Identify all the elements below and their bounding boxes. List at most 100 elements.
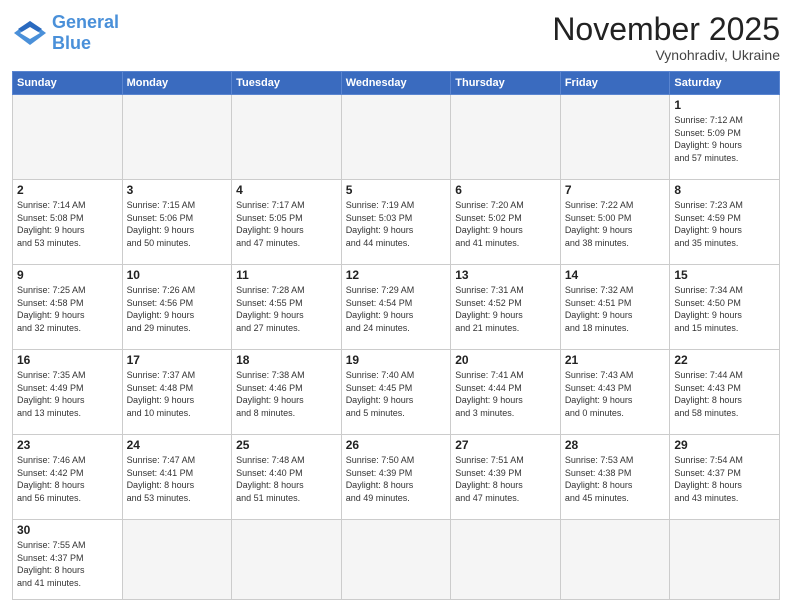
calendar-cell: 16Sunrise: 7:35 AM Sunset: 4:49 PM Dayli… [13,350,123,435]
calendar-cell [560,95,670,180]
day-info: Sunrise: 7:20 AM Sunset: 5:02 PM Dayligh… [455,199,556,249]
day-info: Sunrise: 7:17 AM Sunset: 5:05 PM Dayligh… [236,199,337,249]
day-number: 15 [674,268,775,282]
day-number: 16 [17,353,118,367]
day-number: 23 [17,438,118,452]
day-number: 8 [674,183,775,197]
day-number: 1 [674,98,775,112]
day-number: 9 [17,268,118,282]
day-number: 2 [17,183,118,197]
logo: GeneralBlue [12,12,119,54]
day-info: Sunrise: 7:40 AM Sunset: 4:45 PM Dayligh… [346,369,447,419]
day-number: 28 [565,438,666,452]
weekday-header-friday: Friday [560,72,670,95]
calendar-cell: 3 Sunrise: 7:15 AM Sunset: 5:06 PM Daylig… [122,180,232,265]
calendar-cell: 27 Sunrise: 7:51 AM Sunset: 4:39 PM Dayli… [451,435,561,520]
day-number: 20 [455,353,556,367]
calendar-cell: 25 Sunrise: 7:48 AM Sunset: 4:40 PM Dayli… [232,435,342,520]
calendar-cell: 22 Sunrise: 7:44 AM Sunset: 4:43 PM Dayli… [670,350,780,435]
calendar-cell: 10 Sunrise: 7:26 AM Sunset: 4:56 PM Dayli… [122,265,232,350]
day-info: Sunrise: 7:53 AM Sunset: 4:38 PM Dayligh… [565,454,666,504]
day-info: Sunrise: 7:41 AM Sunset: 4:44 PM Dayligh… [455,369,556,419]
day-info: Sunrise: 7:23 AM Sunset: 4:59 PM Dayligh… [674,199,775,249]
calendar-cell: 17Sunrise: 7:37 AM Sunset: 4:48 PM Dayli… [122,350,232,435]
calendar-week-1: 2 Sunrise: 7:14 AM Sunset: 5:08 PM Daylig… [13,180,780,265]
day-number: 21 [565,353,666,367]
day-number: 4 [236,183,337,197]
title-area: November 2025 Vynohradiv, Ukraine [552,12,780,63]
calendar-cell: 12Sunrise: 7:29 AM Sunset: 4:54 PM Dayli… [341,265,451,350]
weekday-header-wednesday: Wednesday [341,72,451,95]
calendar-cell: 2 Sunrise: 7:14 AM Sunset: 5:08 PM Daylig… [13,180,123,265]
calendar-week-4: 23Sunrise: 7:46 AM Sunset: 4:42 PM Dayli… [13,435,780,520]
day-number: 25 [236,438,337,452]
day-number: 6 [455,183,556,197]
location-subtitle: Vynohradiv, Ukraine [552,47,780,63]
weekday-header-tuesday: Tuesday [232,72,342,95]
day-number: 13 [455,268,556,282]
calendar-cell: 24 Sunrise: 7:47 AM Sunset: 4:41 PM Dayli… [122,435,232,520]
calendar-cell [341,520,451,600]
day-info: Sunrise: 7:22 AM Sunset: 5:00 PM Dayligh… [565,199,666,249]
day-info: Sunrise: 7:15 AM Sunset: 5:06 PM Dayligh… [127,199,228,249]
day-number: 18 [236,353,337,367]
logo-text: GeneralBlue [52,12,119,54]
day-info: Sunrise: 7:44 AM Sunset: 4:43 PM Dayligh… [674,369,775,419]
calendar-table: SundayMondayTuesdayWednesdayThursdayFrid… [12,71,780,600]
day-number: 5 [346,183,447,197]
day-info: Sunrise: 7:38 AM Sunset: 4:46 PM Dayligh… [236,369,337,419]
calendar-cell [451,520,561,600]
weekday-header-row: SundayMondayTuesdayWednesdayThursdayFrid… [13,72,780,95]
calendar-cell: 14Sunrise: 7:32 AM Sunset: 4:51 PM Dayli… [560,265,670,350]
weekday-header-thursday: Thursday [451,72,561,95]
weekday-header-sunday: Sunday [13,72,123,95]
calendar-week-3: 16Sunrise: 7:35 AM Sunset: 4:49 PM Dayli… [13,350,780,435]
calendar-cell: 21Sunrise: 7:43 AM Sunset: 4:43 PM Dayli… [560,350,670,435]
day-number: 30 [17,523,118,537]
day-info: Sunrise: 7:50 AM Sunset: 4:39 PM Dayligh… [346,454,447,504]
calendar-cell: 19Sunrise: 7:40 AM Sunset: 4:45 PM Dayli… [341,350,451,435]
day-number: 11 [236,268,337,282]
calendar-cell: 11 Sunrise: 7:28 AM Sunset: 4:55 PM Dayli… [232,265,342,350]
calendar-cell [122,520,232,600]
calendar-cell: 4 Sunrise: 7:17 AM Sunset: 5:05 PM Daylig… [232,180,342,265]
calendar-cell: 9 Sunrise: 7:25 AM Sunset: 4:58 PM Daylig… [13,265,123,350]
day-info: Sunrise: 7:12 AM Sunset: 5:09 PM Dayligh… [674,114,775,164]
day-info: Sunrise: 7:29 AM Sunset: 4:54 PM Dayligh… [346,284,447,334]
day-info: Sunrise: 7:47 AM Sunset: 4:41 PM Dayligh… [127,454,228,504]
day-number: 17 [127,353,228,367]
calendar-cell: 7Sunrise: 7:22 AM Sunset: 5:00 PM Daylig… [560,180,670,265]
day-number: 24 [127,438,228,452]
day-info: Sunrise: 7:26 AM Sunset: 4:56 PM Dayligh… [127,284,228,334]
calendar-week-0: 1 Sunrise: 7:12 AM Sunset: 5:09 PM Daylig… [13,95,780,180]
calendar-cell: 30 Sunrise: 7:55 AM Sunset: 4:37 PM Dayli… [13,520,123,600]
calendar-cell: 6 Sunrise: 7:20 AM Sunset: 5:02 PM Daylig… [451,180,561,265]
day-number: 14 [565,268,666,282]
day-number: 10 [127,268,228,282]
calendar-cell: 15Sunrise: 7:34 AM Sunset: 4:50 PM Dayli… [670,265,780,350]
calendar-cell [670,520,780,600]
calendar-week-5: 30 Sunrise: 7:55 AM Sunset: 4:37 PM Dayli… [13,520,780,600]
day-info: Sunrise: 7:14 AM Sunset: 5:08 PM Dayligh… [17,199,118,249]
header: GeneralBlue November 2025 Vynohradiv, Uk… [12,12,780,63]
calendar-cell: 8 Sunrise: 7:23 AM Sunset: 4:59 PM Daylig… [670,180,780,265]
calendar-cell [451,95,561,180]
day-number: 27 [455,438,556,452]
day-info: Sunrise: 7:25 AM Sunset: 4:58 PM Dayligh… [17,284,118,334]
day-info: Sunrise: 7:55 AM Sunset: 4:37 PM Dayligh… [17,539,118,589]
day-info: Sunrise: 7:51 AM Sunset: 4:39 PM Dayligh… [455,454,556,504]
day-info: Sunrise: 7:28 AM Sunset: 4:55 PM Dayligh… [236,284,337,334]
day-number: 3 [127,183,228,197]
calendar-cell: 1 Sunrise: 7:12 AM Sunset: 5:09 PM Daylig… [670,95,780,180]
day-info: Sunrise: 7:19 AM Sunset: 5:03 PM Dayligh… [346,199,447,249]
day-number: 22 [674,353,775,367]
calendar-cell [13,95,123,180]
calendar-cell: 5 Sunrise: 7:19 AM Sunset: 5:03 PM Daylig… [341,180,451,265]
calendar-cell: 23Sunrise: 7:46 AM Sunset: 4:42 PM Dayli… [13,435,123,520]
calendar-cell [232,520,342,600]
calendar-cell: 13Sunrise: 7:31 AM Sunset: 4:52 PM Dayli… [451,265,561,350]
calendar-cell: 18 Sunrise: 7:38 AM Sunset: 4:46 PM Dayli… [232,350,342,435]
calendar-cell: 28 Sunrise: 7:53 AM Sunset: 4:38 PM Dayli… [560,435,670,520]
day-info: Sunrise: 7:48 AM Sunset: 4:40 PM Dayligh… [236,454,337,504]
calendar-cell: 20 Sunrise: 7:41 AM Sunset: 4:44 PM Dayli… [451,350,561,435]
